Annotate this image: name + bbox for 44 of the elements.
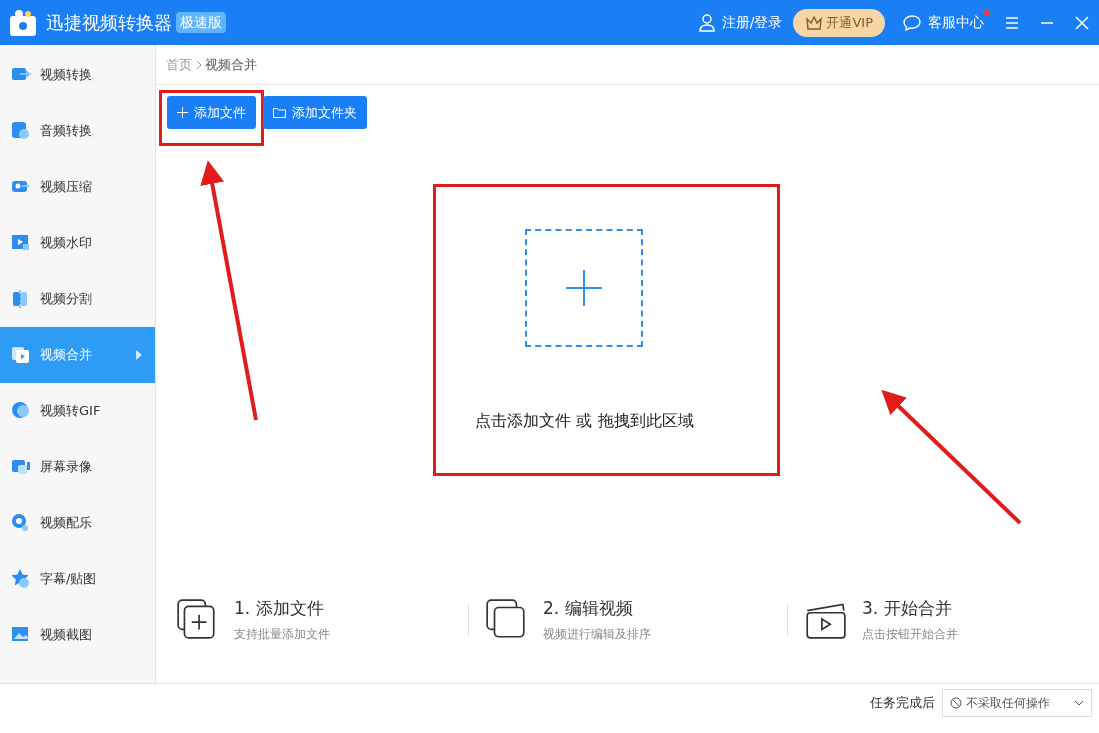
caret-icon (136, 350, 142, 360)
after-task-select[interactable]: 不采取任何操作 (942, 688, 1092, 717)
user-icon[interactable] (698, 13, 715, 32)
step-description: 点击按钮开始合并 (862, 626, 958, 643)
chevron-icon (195, 59, 202, 70)
star-icon (10, 568, 32, 590)
login-link[interactable]: 注册/登录 (721, 12, 783, 33)
sidebar-item[interactable]: 视频分割 (0, 271, 155, 327)
menu-icon[interactable] (1004, 15, 1019, 30)
sidebar-item[interactable]: 字幕/贴图 (0, 551, 155, 607)
support-link[interactable]: 客服中心 (927, 12, 984, 33)
step-title: 1. 添加文件 (234, 597, 325, 620)
drop-hint: 点击添加文件 或 拖拽到此区域 (475, 410, 694, 432)
sidebar-item[interactable]: 视频配乐 (0, 495, 155, 551)
sidebar-item[interactable]: 视频转换 (0, 47, 155, 103)
add-folder-button[interactable]: 添加文件夹 (263, 96, 367, 129)
close-icon[interactable] (1074, 15, 1089, 30)
crown-icon (804, 15, 823, 30)
no-entry-icon (950, 696, 962, 709)
step-description: 支持批量添加文件 (234, 626, 330, 643)
folder-icon (273, 107, 286, 118)
sidebar-item[interactable]: 视频水印 (0, 215, 155, 271)
audio-file-icon (10, 120, 32, 142)
after-task-label: 任务完成后 (870, 693, 935, 712)
add-file-button[interactable]: 添加文件 (167, 96, 256, 129)
sidebar-item[interactable]: 屏幕录像 (0, 439, 155, 495)
breadcrumb-item: 视频合并 (205, 55, 257, 74)
plus-icon (566, 270, 603, 306)
play-card-icon (10, 344, 32, 366)
drop-zone[interactable] (525, 229, 644, 347)
sidebar-item[interactable]: 视频压缩 (0, 159, 155, 215)
sidebar-item[interactable]: 视频转GIF (0, 383, 155, 439)
chevron-down-icon (1074, 699, 1084, 706)
step-title: 3. 开始合并 (862, 597, 953, 620)
app-logo-icon (7, 7, 39, 38)
sidebar-item[interactable]: 音频转换 (0, 103, 155, 159)
step-description: 视频进行编辑及排序 (543, 626, 651, 643)
step-title: 2. 编辑视频 (543, 597, 634, 620)
edition-badge: 极速版 (175, 12, 226, 33)
chat-icon[interactable] (902, 14, 921, 31)
app-title: 迅捷视频转换器 (46, 11, 172, 35)
sidebar-item[interactable]: 视频截图 (0, 607, 155, 663)
vip-button[interactable]: 开通VIP (792, 8, 885, 37)
plus-icon (177, 107, 188, 118)
